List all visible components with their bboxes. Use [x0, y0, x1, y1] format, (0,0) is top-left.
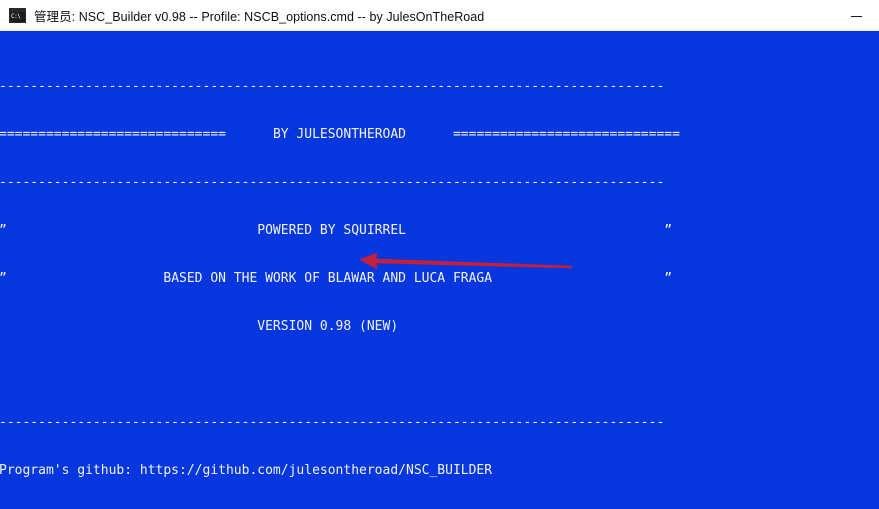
version-line: VERSION 0.98 (NEW) [0, 319, 879, 335]
minimize-icon [850, 16, 862, 17]
banner-rule-right: ============================= [452, 127, 680, 142]
line-text: POWERED BY SQUIRREL [6, 223, 406, 238]
spacer-row [0, 367, 879, 383]
line-text: BASED ON THE WORK OF BLAWAR AND LUCA FRA… [6, 271, 493, 286]
decor-quote-left: ” [0, 223, 7, 238]
title-bar: C:\ 管理员: NSC_Builder v0.98 -- Profile: N… [0, 0, 879, 31]
window-title: 管理员: NSC_Builder v0.98 -- Profile: NSCB_… [34, 9, 485, 24]
banner-title: BY JULESONTHEROAD [225, 127, 453, 142]
console-window: C:\ 管理员: NSC_Builder v0.98 -- Profile: N… [0, 0, 879, 509]
based-on-line: ” BASED ON THE WORK OF BLAWAR AND LUCA F… [0, 271, 879, 287]
link-row: Program's github: https://github.com/jul… [0, 463, 493, 478]
line-text: VERSION 0.98 (NEW) [0, 319, 399, 334]
rule-line-top: ----------------------------------------… [0, 79, 665, 94]
banner-rule-left: ============================= [0, 127, 226, 142]
rule-line-above-links: ----------------------------------------… [0, 415, 665, 430]
decor-quote-left: ” [0, 271, 7, 286]
window-controls [833, 0, 879, 30]
console-output[interactable]: ----------------------------------------… [0, 31, 879, 509]
banner-by-line: ============================= BY JULESON… [0, 127, 879, 143]
console-window-icon: C:\ [9, 7, 26, 23]
minimize-button[interactable] [833, 0, 879, 31]
powered-by-line: ” POWERED BY SQUIRREL ” [0, 223, 879, 239]
decor-quote-right: ” [406, 223, 673, 238]
rule-line-under-banner: ----------------------------------------… [0, 175, 665, 190]
decor-quote-right: ” [492, 271, 673, 286]
icon-prompt-text: C:\ [11, 12, 21, 20]
